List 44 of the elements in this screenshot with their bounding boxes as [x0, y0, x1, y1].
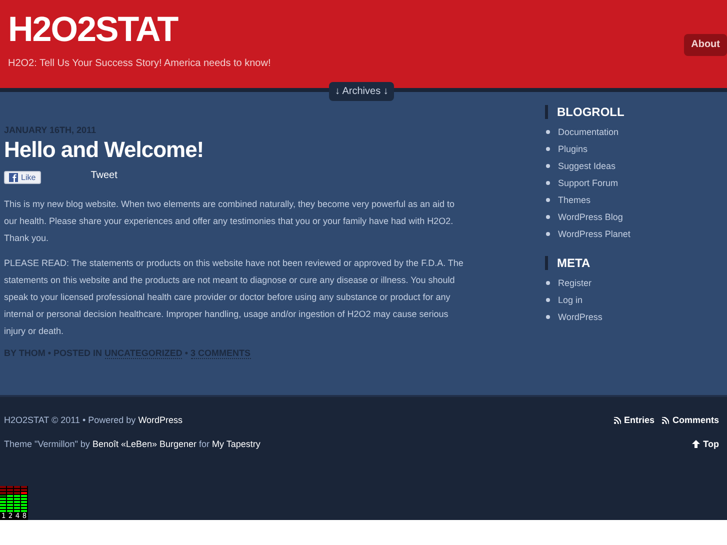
bullet-icon [546, 232, 550, 236]
rss-icon [662, 416, 670, 424]
link[interactable]: WordPress [138, 415, 183, 425]
bullet-icon [546, 130, 550, 134]
bullet-icon [546, 164, 550, 168]
bullet-icon [546, 280, 550, 284]
top-link[interactable]: Top [692, 439, 719, 449]
feed-link[interactable]: Entries [614, 415, 654, 425]
bullet-icon [546, 146, 550, 150]
bullet-icon [546, 198, 550, 202]
nav-button[interactable]: About [684, 34, 727, 56]
link[interactable]: Benoît «LeBen» Burgener [92, 439, 197, 449]
sidebar-link[interactable]: Support Forum [558, 178, 618, 188]
site-title[interactable]: H2O2STAT [8, 10, 271, 50]
archives-button[interactable]: ↓ Archives ↓ [329, 82, 394, 101]
feed-link[interactable]: Comments [662, 415, 719, 425]
bullet-icon [546, 214, 550, 218]
sidebar-link[interactable]: WordPress Planet [558, 228, 630, 238]
rss-icon [614, 416, 621, 424]
footer-text: Theme "Vermillon" by Benoît «LeBen» Burgener for My Tapestry [4, 439, 260, 449]
link[interactable]: My Tapestry [212, 439, 260, 449]
site-tagline: H2O2: Tell Us Your Success Story! America needs to know! [8, 58, 271, 69]
bullet-icon [546, 180, 550, 184]
footer-text: H2O2STAT © 2011 • Powered by WordPress [4, 415, 183, 425]
facebook-icon [9, 173, 18, 182]
post-paragraph: PLEASE READ: The statements or products on this website have not been reviewed or approved by the F.D.A. The statements on this website and the products are not meant to diagnose or cure any disease or illness. You should speak to your licensed professional health care provider or doctor before using any substance or product for any internal or personal decision healthcare. Improper handling, usage and/or ingestion of H2O2 may cause serious injury or death. [4, 257, 464, 338]
sidebar-link[interactable]: Register [558, 278, 592, 288]
bullet-icon [546, 314, 550, 318]
arrow-up-icon [692, 440, 700, 448]
sidebar-link[interactable]: Documentation [558, 126, 619, 136]
post-title[interactable]: Hello and Welcome! [4, 137, 466, 163]
meter-drawing [0, 486, 28, 513]
bullet-icon [546, 298, 550, 302]
like-button[interactable]: Like [4, 171, 41, 184]
widget-title: BLOGROLL [545, 105, 630, 119]
sidebar-link[interactable]: Suggest Ideas [558, 160, 616, 170]
sidebar-link[interactable]: Plugins [558, 144, 588, 154]
post-paragraph: This is my new blog website. When two elements are combined naturally, they become very powerful as an aid to our health. Please share your experiences and offer any testimonies that you or your family have had with H2O2. Thank you. [4, 198, 456, 245]
sidebar-link[interactable]: WordPress Blog [558, 212, 623, 222]
sidebar-link[interactable]: Themes [558, 194, 591, 204]
widget-title: META [545, 256, 630, 270]
tweet-link[interactable]: Tweet [90, 170, 118, 181]
sidebar-link[interactable]: WordPress [558, 312, 602, 322]
sidebar-link[interactable]: Log in [558, 294, 583, 304]
